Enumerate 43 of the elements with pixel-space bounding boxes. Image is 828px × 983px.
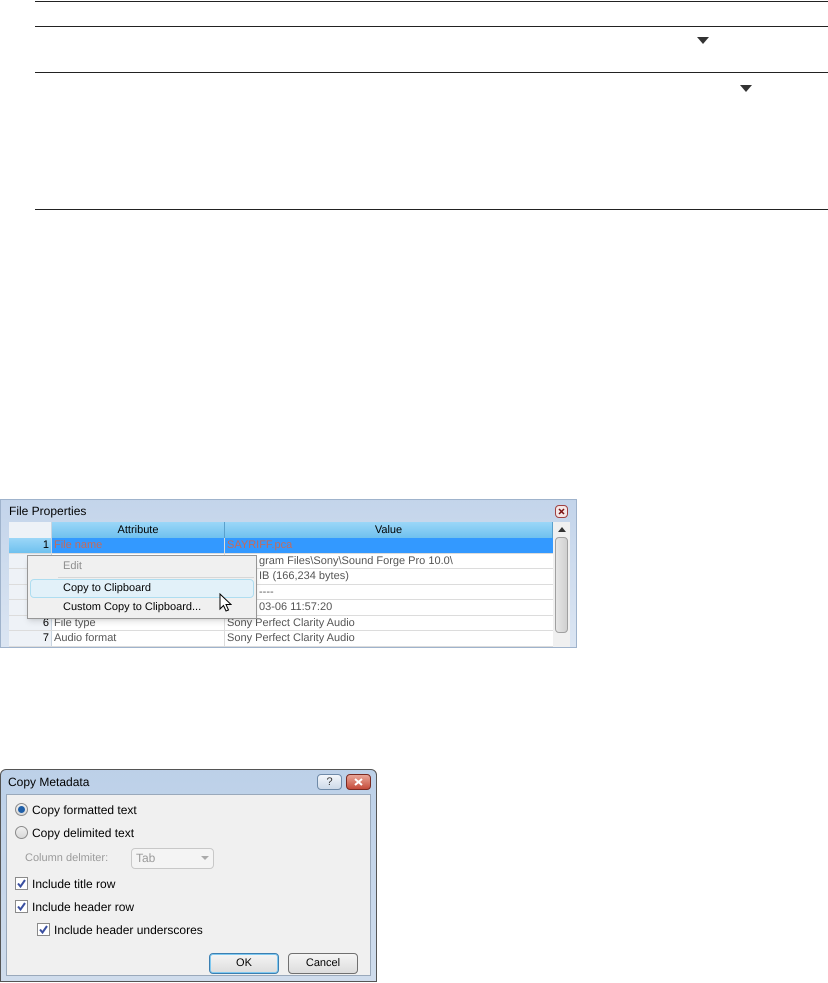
table-row[interactable]: 1 File name SAYRIFF.pca — [9, 538, 553, 554]
dialog-button[interactable]: OK — [209, 953, 279, 974]
column-header[interactable]: Value — [225, 522, 553, 538]
close-icon — [354, 778, 363, 786]
scrollbar[interactable] — [553, 522, 570, 646]
table-cell: SAYRIFF.pca — [225, 538, 553, 552]
delimiter-label: Column delmiter: — [25, 850, 110, 866]
table-cell-text: Sony Perfect Clarity Audio — [226, 631, 356, 646]
cursor-icon — [219, 593, 232, 612]
table-cell: File name — [52, 538, 225, 552]
caret-icon — [201, 856, 209, 860]
checkbox-label: Include header row — [32, 898, 134, 916]
radio-label: Copy delimited text — [32, 824, 134, 842]
table-cell-text: Sony Perfect Clarity Audio — [226, 616, 356, 630]
dialog-button[interactable]: Cancel — [288, 953, 358, 974]
scroll-up-icon[interactable] — [558, 527, 566, 532]
table-cell-text: ---- — [258, 584, 275, 599]
table-cell-text: IB (166,234 bytes) — [258, 569, 350, 584]
checkbox-label: Include header underscores — [54, 922, 203, 938]
radio-button[interactable] — [15, 826, 28, 839]
table-cell-text: gram Files\Sony\Sound Forge Pro 10.0\ — [258, 554, 454, 568]
help-button[interactable]: ? — [317, 774, 342, 790]
dropdown-arrow-icon — [697, 37, 709, 44]
dialog-title: Copy Metadata — [8, 774, 90, 791]
panel-title: File Properties — [9, 503, 86, 520]
row-header[interactable]: 1 — [9, 538, 52, 552]
column-header[interactable]: Attribute — [52, 522, 225, 538]
checkbox[interactable] — [15, 877, 28, 890]
dropdown-arrow-icon — [740, 85, 752, 92]
checkbox[interactable] — [37, 923, 50, 936]
checkbox-label: Include title row — [32, 876, 116, 892]
menu-item[interactable]: Copy to Clipboard — [30, 579, 254, 598]
checkbox[interactable] — [15, 900, 28, 913]
radio-button[interactable] — [15, 803, 28, 816]
table-cell-text: 03-06 11:57:20 — [258, 600, 334, 614]
row-header[interactable]: 7 — [9, 631, 52, 646]
menu-item[interactable]: Custom Copy to Clipboard... — [30, 598, 254, 617]
close-icon — [558, 508, 565, 514]
table-cell: Audio format — [52, 631, 225, 646]
close-button[interactable] — [346, 774, 371, 790]
close-button[interactable] — [555, 504, 568, 518]
table-row[interactable]: 7 Audio format Sony Perfect Clarity Audio — [9, 631, 553, 646]
radio-label: Copy formatted text — [32, 802, 137, 818]
